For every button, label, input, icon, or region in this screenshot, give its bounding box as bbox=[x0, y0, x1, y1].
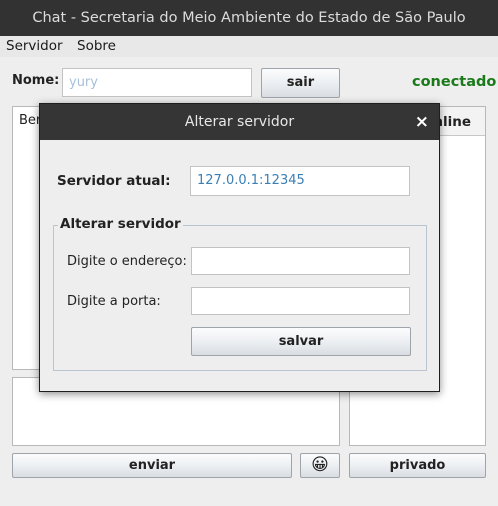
connection-status: conectado bbox=[412, 74, 497, 90]
current-server-field: 127.0.0.1:12345 bbox=[190, 166, 410, 196]
menu-servidor[interactable]: Servidor bbox=[6, 38, 63, 54]
close-icon[interactable]: × bbox=[415, 104, 429, 140]
change-server-dialog: Alterar servidor × Servidor atual: 127.0… bbox=[39, 103, 440, 392]
name-field-value: yury bbox=[69, 75, 98, 90]
address-field[interactable] bbox=[191, 247, 410, 275]
address-label: Digite o endereço: bbox=[67, 254, 187, 269]
window-title-bar: Chat - Secretaria do Meio Ambiente do Es… bbox=[0, 0, 498, 36]
dialog-title-bar: Alterar servidor × bbox=[40, 104, 439, 140]
change-server-group: Alterar servidor Digite o endereço: Digi… bbox=[53, 216, 427, 371]
name-field[interactable]: yury bbox=[62, 68, 252, 97]
current-server-label: Servidor atual: bbox=[57, 173, 171, 189]
private-button[interactable]: privado bbox=[349, 453, 486, 478]
name-label: Nome: bbox=[12, 73, 60, 88]
messages-text: Ber bbox=[19, 113, 42, 128]
dialog-title: Alterar servidor bbox=[184, 114, 295, 130]
save-button[interactable]: salvar bbox=[191, 327, 411, 356]
exit-button[interactable]: sair bbox=[261, 68, 340, 98]
emoji-button[interactable]: 😀 bbox=[300, 453, 340, 478]
current-server-value: 127.0.0.1:12345 bbox=[197, 173, 305, 188]
menu-bar: Servidor Sobre bbox=[0, 36, 498, 57]
port-field[interactable] bbox=[191, 287, 410, 315]
port-label: Digite a porta: bbox=[67, 294, 161, 309]
smiley-icon: 😀 bbox=[311, 455, 329, 475]
change-server-group-title: Alterar servidor bbox=[58, 216, 183, 232]
menu-sobre[interactable]: Sobre bbox=[77, 38, 116, 54]
window-title: Chat - Secretaria do Meio Ambiente do Es… bbox=[32, 10, 466, 26]
send-button[interactable]: enviar bbox=[12, 453, 292, 478]
